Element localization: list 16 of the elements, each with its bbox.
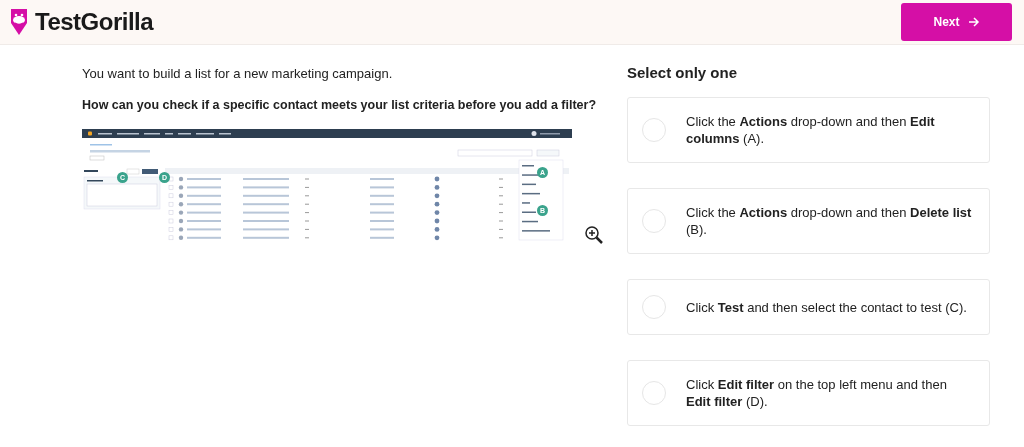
zoom-in-icon[interactable] xyxy=(584,225,604,245)
option-text: Click the Actions drop-down and then Delete list (B). xyxy=(686,204,973,238)
gorilla-logo-icon xyxy=(8,7,30,37)
question-intro: You want to build a list for a new marketing campaign. xyxy=(82,66,394,81)
answer-option[interactable]: Click Test and then select the contact to test (C). xyxy=(627,279,990,335)
answer-option[interactable]: Click the Actions drop-down and then Edit columns (A). xyxy=(627,97,990,163)
question-prompt: How can you check if a specific contact meets your list criteria before you add a filter? xyxy=(82,98,598,112)
arrow-right-icon xyxy=(967,16,980,28)
logo-text: TestGorilla xyxy=(35,8,154,36)
answer-option[interactable]: Click the Actions drop-down and then Delete list (B). xyxy=(627,188,990,254)
answer-option[interactable]: Click Edit filter on the top left menu and then Edit filter (D). xyxy=(627,360,990,426)
instruction-heading: Select only one xyxy=(627,64,739,81)
option-text: Click Edit filter on the top left menu and then Edit filter (D). xyxy=(686,376,948,410)
option-text: Click the Actions drop-down and then Edit columns (A). xyxy=(686,113,936,147)
next-button[interactable]: Next xyxy=(901,3,1012,41)
option-text: Click Test and then select the contact to test (C). xyxy=(686,298,968,316)
